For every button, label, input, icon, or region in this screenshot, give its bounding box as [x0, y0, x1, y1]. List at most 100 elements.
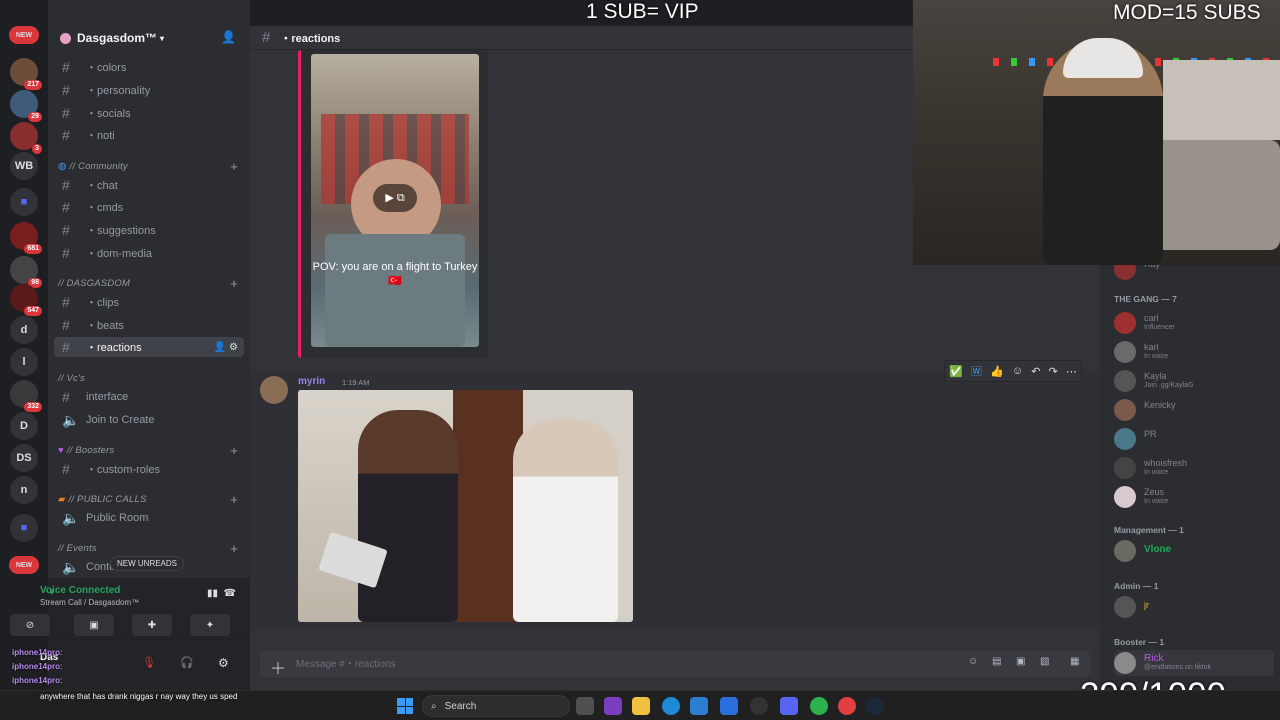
channel-clips[interactable]: # ・clips [54, 292, 244, 312]
avatar[interactable] [260, 376, 288, 404]
windows-start-icon[interactable] [397, 698, 413, 714]
server-wb[interactable]: WB [10, 152, 38, 180]
folder-icon-2[interactable]: ■ [10, 514, 38, 542]
member-whoisfresh[interactable]: whoisfresh In voice [1114, 455, 1274, 481]
channel-colors[interactable]: # ・colors [54, 57, 244, 77]
emoji-icon[interactable]: ☺ [968, 656, 982, 670]
server-icon-7[interactable]: 332 [10, 380, 42, 412]
deafen-icon[interactable]: 🎧 [180, 656, 194, 669]
member-karl[interactable]: karl In voice [1114, 339, 1274, 365]
category-community[interactable]: ◍// Community + [58, 158, 244, 174]
channel-noti[interactable]: # ・noti [54, 125, 244, 145]
channel-join-to-create[interactable]: 🔈 Join to Create [54, 410, 244, 430]
server-n[interactable]: n [10, 476, 38, 504]
play-icon[interactable]: ▶ ⧉ [373, 184, 417, 212]
member-pr[interactable]: PR [1114, 426, 1274, 452]
message-author[interactable]: myrin [298, 376, 325, 387]
add-channel-icon[interactable]: + [230, 443, 238, 458]
category-events[interactable]: // Events + [58, 540, 244, 556]
check-reaction-icon[interactable]: ✅ [949, 365, 963, 378]
member-rick[interactable]: Rick @endlations on tiktok [1114, 650, 1274, 676]
forward-icon[interactable]: ↷ [1049, 365, 1058, 378]
gif-icon[interactable]: ▤ [992, 656, 1006, 670]
server-D[interactable]: D [10, 412, 38, 440]
soundboard-button[interactable]: ✦ [190, 614, 230, 636]
outlook-icon[interactable] [720, 697, 738, 715]
add-channel-icon[interactable]: + [230, 159, 238, 174]
member-carl[interactable]: carl Influencer [1114, 310, 1274, 336]
add-attachment-icon[interactable]: ＋ [270, 655, 286, 679]
add-channel-icon[interactable]: + [230, 541, 238, 556]
new-server-badge-2[interactable]: NEW [9, 556, 39, 574]
app-icon-1[interactable] [604, 697, 622, 715]
channel-beats[interactable]: # ・beats [54, 315, 244, 335]
chrome-icon[interactable] [810, 697, 828, 715]
add-reaction-icon[interactable]: ☺ [1012, 365, 1023, 377]
channel-custom-roles[interactable]: # ・custom-roles [54, 459, 244, 479]
app-icon-2[interactable] [750, 697, 768, 715]
channel-public-room[interactable]: 🔈 Public Room [54, 508, 244, 528]
new-server-badge[interactable]: NEW [9, 26, 39, 44]
category-vcs[interactable]: // Vc's [58, 370, 244, 386]
guild-header[interactable]: Dasgasdom™ ▾ 👤 [48, 26, 250, 50]
channel-interface[interactable]: # interface [54, 387, 244, 407]
server-icon-1[interactable]: 217 [10, 58, 42, 90]
steam-icon[interactable] [866, 697, 884, 715]
category-dasgasdom[interactable]: // DASGASDOM + [58, 275, 244, 291]
folder-icon[interactable]: ■ [10, 188, 38, 216]
member-kenicky[interactable]: Kenicky [1114, 397, 1274, 423]
mute-icon[interactable]: 🎙 [142, 656, 156, 669]
sound-icon[interactable]: ▮▮ [207, 588, 218, 599]
voice-status[interactable]: Voice Connected [40, 585, 120, 596]
taskbar-search[interactable]: ⌕ Search [422, 695, 570, 717]
server-icon-3[interactable]: 3 [10, 122, 42, 154]
channel-socials[interactable]: # ・socials [54, 103, 244, 123]
chrome-icon-2[interactable] [838, 697, 856, 715]
gear-icon[interactable]: 👤 ⚙ [214, 342, 238, 353]
add-channel-icon[interactable]: + [230, 492, 238, 507]
thumbs-up-icon[interactable]: 👍 [990, 365, 1004, 378]
server-icon-6[interactable]: 547 [10, 284, 42, 316]
channel-personality[interactable]: # ・personality [54, 80, 244, 100]
w-reaction-icon[interactable]: 🅆 [971, 363, 982, 379]
category-boosters[interactable]: ♥// Boosters + [58, 442, 244, 458]
discord-icon[interactable] [780, 697, 798, 715]
server-icon-4[interactable]: 681 [10, 222, 42, 254]
screen-share-button[interactable]: ▣ [74, 614, 114, 636]
server-l[interactable]: l [10, 348, 38, 376]
disconnect-icon[interactable]: ☎ [224, 588, 236, 599]
more-icon[interactable]: ⋯ [1066, 365, 1077, 378]
voice-location[interactable]: Stream Call / Dasgasdom™ [40, 598, 139, 607]
activities-button[interactable]: ✚ [132, 614, 172, 636]
member-vlone[interactable]: Vlone [1114, 538, 1274, 564]
server-icon-2[interactable]: 29 [10, 90, 42, 122]
new-unreads-pill[interactable]: NEW UNREADS [110, 556, 185, 571]
member-jr[interactable]: jr [1114, 594, 1274, 620]
category-public-calls[interactable]: ▰// PUBLIC CALLS + [58, 491, 244, 507]
channel-cmds[interactable]: # ・cmds [54, 197, 244, 217]
apps-icon[interactable]: ▦ [1070, 656, 1084, 670]
server-icon-5[interactable]: 98 [10, 256, 42, 288]
add-user-icon[interactable]: 👤 [221, 30, 236, 44]
member-kayla[interactable]: Kayla Join .gg/KaylaG [1114, 368, 1274, 394]
channel-dom-media[interactable]: # ・dom-media [54, 243, 244, 263]
file-explorer-icon[interactable] [632, 697, 650, 715]
member-zeus[interactable]: Zeus In voice [1114, 484, 1274, 510]
channel-suggestions[interactable]: # ・suggestions [54, 220, 244, 240]
channel-reactions[interactable]: # ・reactions 👤 ⚙ [54, 337, 244, 357]
video-thumbnail[interactable]: ▶ ⧉ POV: you are on a flight to Turkey 🇹… [311, 54, 479, 347]
image-icon[interactable]: ▧ [1040, 656, 1054, 670]
edge-icon[interactable] [662, 697, 680, 715]
message-input[interactable] [296, 655, 896, 673]
message-image[interactable] [298, 390, 633, 622]
server-d[interactable]: d [10, 316, 38, 344]
reply-icon[interactable]: ↶ [1031, 365, 1040, 378]
task-view-icon[interactable] [576, 697, 594, 715]
channel-chat[interactable]: # ・chat [54, 175, 244, 195]
settings-gear-icon[interactable]: ⚙ [218, 656, 229, 670]
store-icon[interactable] [690, 697, 708, 715]
hash-icon: # [62, 199, 70, 215]
server-DS[interactable]: DS [10, 444, 38, 472]
sticker-icon[interactable]: ▣ [1016, 656, 1030, 670]
add-channel-icon[interactable]: + [230, 276, 238, 291]
